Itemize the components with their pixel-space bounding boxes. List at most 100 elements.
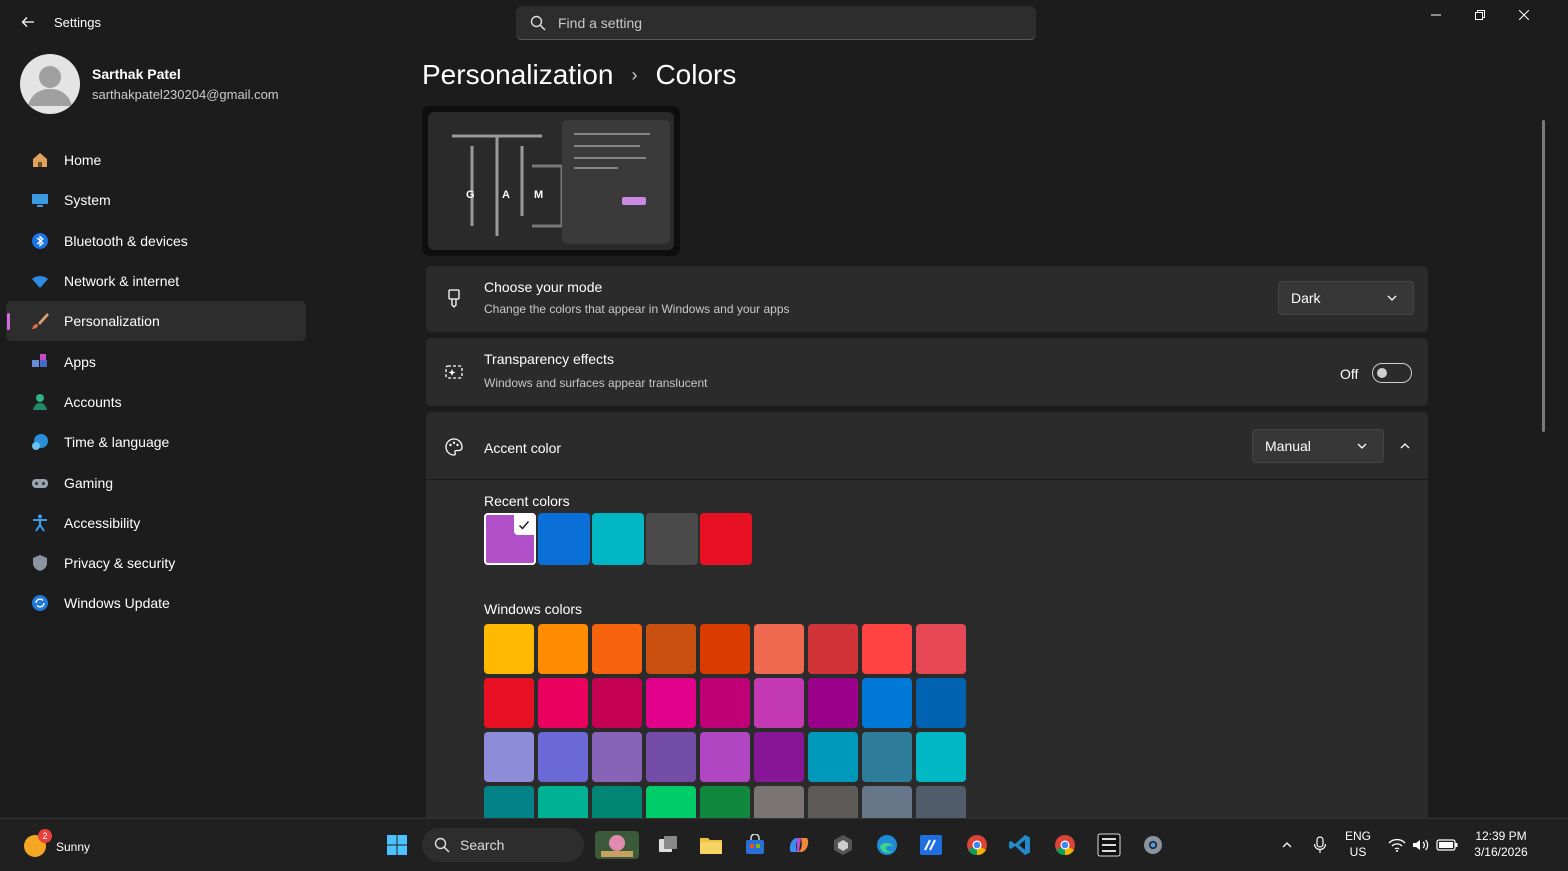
windows-color-swatch[interactable] bbox=[592, 786, 642, 818]
windows-color-swatch[interactable] bbox=[592, 678, 642, 728]
windows-color-swatch[interactable] bbox=[484, 786, 534, 818]
sidebar-item-bluetooth[interactable]: Bluetooth & devices bbox=[6, 221, 306, 261]
transparency-toggle[interactable] bbox=[1372, 363, 1412, 383]
sidebar-item-accounts[interactable]: Accounts bbox=[6, 382, 306, 422]
mode-dropdown[interactable]: Dark bbox=[1278, 281, 1414, 315]
start-button[interactable] bbox=[377, 825, 417, 865]
quick-settings-button[interactable] bbox=[1382, 825, 1462, 865]
clock-button[interactable]: 12:39 PM 3/16/2026 bbox=[1466, 825, 1536, 865]
user-account-card[interactable]: Sarthak Patel sarthakpatel230204@gmail.c… bbox=[20, 54, 310, 124]
theme-preview: G A M bbox=[422, 106, 680, 256]
page-title: Colors bbox=[655, 59, 737, 90]
windows-color-swatch[interactable] bbox=[916, 786, 966, 818]
windows-color-swatch[interactable] bbox=[538, 678, 588, 728]
windows-color-swatch[interactable] bbox=[754, 678, 804, 728]
windows-color-swatch[interactable] bbox=[862, 786, 912, 818]
sidebar-item-personalization[interactable]: Personalization bbox=[6, 301, 306, 342]
vscode-button[interactable] bbox=[1000, 825, 1040, 865]
capcut-button[interactable] bbox=[1089, 825, 1129, 865]
chevron-up-icon bbox=[1282, 842, 1292, 848]
file-explorer-button[interactable] bbox=[691, 825, 731, 865]
transparency-description: Windows and surfaces appear translucent bbox=[484, 376, 708, 390]
recent-color-swatch[interactable] bbox=[700, 513, 752, 565]
sidebar-item-home[interactable]: Home bbox=[6, 140, 306, 180]
recent-color-swatch[interactable] bbox=[646, 513, 698, 565]
accent-color-header[interactable]: Accent color Manual bbox=[426, 412, 1428, 480]
windows-color-swatch[interactable] bbox=[592, 624, 642, 674]
store-icon bbox=[746, 834, 764, 854]
weather-widget[interactable]: 2 Sunny bbox=[24, 829, 124, 861]
windows-color-swatch[interactable] bbox=[538, 786, 588, 818]
chrome-profile-button[interactable] bbox=[1045, 825, 1085, 865]
windows-color-swatch[interactable] bbox=[754, 786, 804, 818]
back-button[interactable] bbox=[16, 10, 40, 34]
accent-mode-dropdown[interactable]: Manual bbox=[1252, 429, 1384, 463]
windows-color-swatch[interactable] bbox=[700, 732, 750, 782]
edge-button[interactable] bbox=[867, 825, 907, 865]
sidebar-item-network[interactable]: Network & internet bbox=[6, 261, 306, 301]
windows-color-swatch[interactable] bbox=[916, 624, 966, 674]
windows-color-swatch[interactable] bbox=[646, 624, 696, 674]
windows-color-swatch[interactable] bbox=[592, 732, 642, 782]
windows-color-swatch[interactable] bbox=[646, 678, 696, 728]
sidebar-item-windows-update[interactable]: Windows Update bbox=[6, 583, 306, 623]
sidebar-item-system[interactable]: System bbox=[6, 180, 306, 220]
settings-search-box[interactable] bbox=[516, 6, 1036, 40]
windows-color-swatch[interactable] bbox=[484, 678, 534, 728]
windows-color-swatch[interactable] bbox=[808, 678, 858, 728]
sidebar-item-privacy-security[interactable]: Privacy & security bbox=[6, 543, 306, 583]
scrollbar[interactable] bbox=[1542, 120, 1545, 432]
windows-color-swatch[interactable] bbox=[538, 732, 588, 782]
windows-color-swatch[interactable] bbox=[538, 624, 588, 674]
windows-color-swatch[interactable] bbox=[484, 624, 534, 674]
language-code: ENG bbox=[1344, 829, 1371, 843]
microphone-button[interactable] bbox=[1306, 825, 1334, 865]
taskbar-search-label: Search bbox=[460, 837, 505, 853]
sidebar-item-time-language[interactable]: Time & language bbox=[6, 422, 306, 462]
windows-color-swatch[interactable] bbox=[916, 732, 966, 782]
windows-color-swatch[interactable] bbox=[700, 786, 750, 818]
windows-color-swatch[interactable] bbox=[484, 732, 534, 782]
recent-color-swatch[interactable] bbox=[484, 513, 536, 565]
minimize-button[interactable] bbox=[1414, 0, 1458, 30]
collapse-accent-button[interactable] bbox=[1388, 429, 1422, 463]
maximize-button[interactable] bbox=[1458, 0, 1502, 30]
settings-app-button[interactable] bbox=[1133, 825, 1173, 865]
accounts-icon bbox=[30, 392, 50, 412]
windows-color-swatch[interactable] bbox=[862, 732, 912, 782]
windows-color-swatch[interactable] bbox=[916, 678, 966, 728]
windows-color-swatch[interactable] bbox=[754, 624, 804, 674]
recent-color-swatch[interactable] bbox=[538, 513, 590, 565]
sidebar-item-accessibility[interactable]: Accessibility bbox=[6, 503, 306, 543]
weather-label: Sunny bbox=[56, 840, 91, 854]
store-button[interactable] bbox=[735, 825, 775, 865]
language-switcher[interactable]: ENG US bbox=[1338, 825, 1378, 865]
windows-color-swatch[interactable] bbox=[646, 732, 696, 782]
unity-button[interactable] bbox=[823, 825, 863, 865]
show-hidden-icons-button[interactable] bbox=[1270, 825, 1304, 865]
breadcrumb-parent[interactable]: Personalization bbox=[422, 59, 613, 91]
sidebar-item-apps[interactable]: Apps bbox=[6, 341, 306, 381]
windows-color-swatch[interactable] bbox=[700, 624, 750, 674]
settings-search-input[interactable] bbox=[558, 6, 1018, 40]
avatar bbox=[20, 54, 80, 114]
windows-color-swatch[interactable] bbox=[808, 624, 858, 674]
windows-color-swatch[interactable] bbox=[700, 678, 750, 728]
taskbar-search[interactable]: Search bbox=[422, 828, 584, 862]
recent-color-swatch[interactable] bbox=[592, 513, 644, 565]
windows-color-swatch[interactable] bbox=[808, 786, 858, 818]
search-highlight-button[interactable] bbox=[592, 825, 642, 865]
shield-icon bbox=[30, 553, 50, 573]
app-blue-button[interactable] bbox=[911, 825, 951, 865]
chrome-button[interactable] bbox=[957, 825, 997, 865]
copilot-button[interactable] bbox=[779, 825, 819, 865]
close-button[interactable] bbox=[1502, 0, 1546, 30]
windows-color-swatch[interactable] bbox=[754, 732, 804, 782]
sidebar-item-gaming[interactable]: Gaming bbox=[6, 462, 306, 502]
windows-color-swatch[interactable] bbox=[646, 786, 696, 818]
close-icon bbox=[1519, 10, 1529, 20]
windows-color-swatch[interactable] bbox=[808, 732, 858, 782]
windows-color-swatch[interactable] bbox=[862, 678, 912, 728]
windows-color-swatch[interactable] bbox=[862, 624, 912, 674]
task-view-button[interactable] bbox=[648, 825, 688, 865]
